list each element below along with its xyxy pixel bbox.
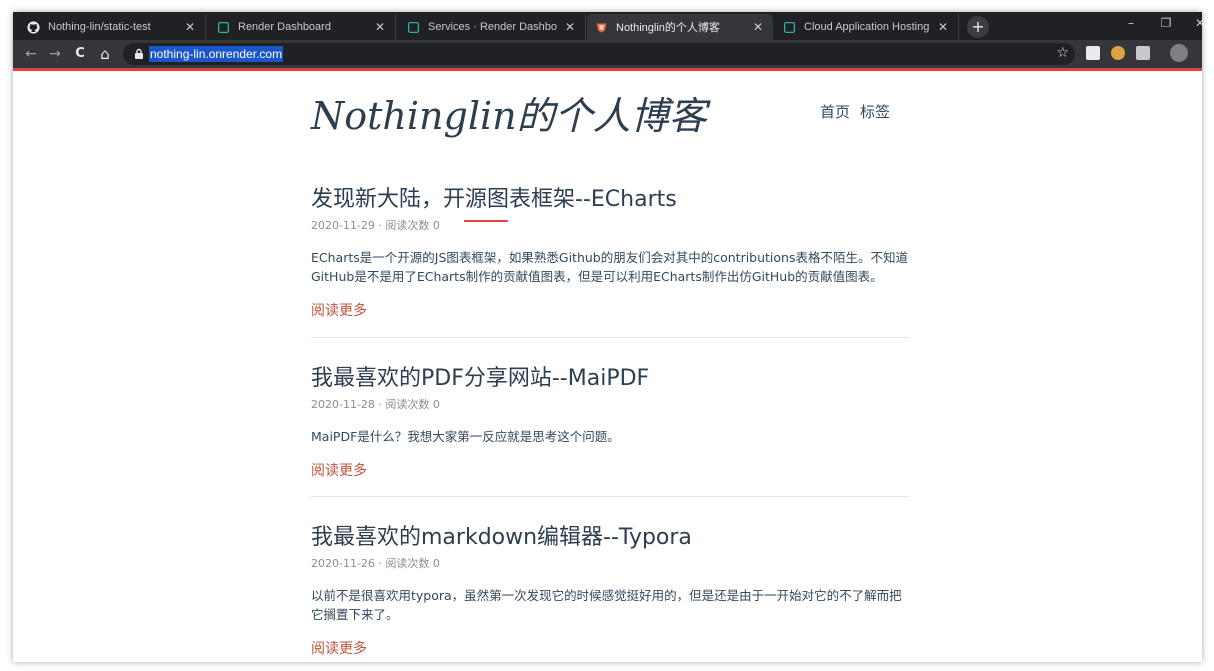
- tab-close-icon[interactable]: ✕: [936, 20, 950, 34]
- post-title[interactable]: 我最喜欢的markdown编辑器--Typora: [311, 519, 909, 551]
- browser-toolbar: ← → C ⌂ nothing-lin.onrender.com ☆: [13, 40, 1202, 68]
- tab-github[interactable]: Nothing-lin/static-test ✕: [19, 14, 206, 40]
- read-more-link[interactable]: 阅读更多: [311, 638, 909, 658]
- post-summary: MaiPDF是什么？我想大家第一反应就是思考这个问题。: [311, 429, 620, 444]
- github-icon: [27, 20, 40, 34]
- post-title[interactable]: 发现新大陆，开源图表框架--ECharts: [311, 181, 909, 213]
- post-summary: ECharts是一个开源的JS图表框架，如果熟悉Github的朋友们会对其中的c…: [311, 250, 908, 284]
- tab-title: Nothing-lin/static-test: [48, 21, 151, 33]
- address-bar[interactable]: nothing-lin.onrender.com ☆: [123, 43, 1075, 65]
- minimize-button[interactable]: –: [1116, 16, 1146, 30]
- blog-favicon-icon: [596, 22, 607, 32]
- tab-strip: Nothing-lin/static-test ✕ Render Dashboa…: [13, 12, 1202, 40]
- browser-window: Nothing-lin/static-test ✕ Render Dashboa…: [13, 12, 1202, 662]
- tab-close-icon[interactable]: ✕: [183, 20, 197, 34]
- post-title[interactable]: 我最喜欢的PDF分享网站--MaiPDF: [311, 360, 909, 392]
- tab-title: Cloud Application Hosting for: [804, 21, 930, 33]
- back-button[interactable]: ←: [21, 44, 41, 64]
- nav-tags-link[interactable]: 标签: [860, 103, 890, 121]
- home-button[interactable]: ⌂: [95, 44, 115, 64]
- nav-home-link[interactable]: 首页: [820, 103, 850, 121]
- url-text[interactable]: nothing-lin.onrender.com: [149, 46, 284, 62]
- new-tab-button[interactable]: +: [967, 16, 989, 38]
- post-summary: 以前不是很喜欢用typora，虽然第一次发现它的时候感觉挺好用的，但是还是由于一…: [311, 588, 902, 622]
- profile-avatar-icon[interactable]: [1170, 44, 1188, 62]
- tab-title: Services · Render Dashboard: [428, 21, 557, 33]
- post-meta: 2020-11-28 · 阅读次数 0: [311, 398, 440, 411]
- reload-button[interactable]: C: [70, 44, 90, 64]
- web-page: Nothinglin的个人博客 首页 标签 发现新大陆，开源图表框架--EChar…: [13, 71, 1202, 662]
- bookmark-star-icon[interactable]: ☆: [1056, 45, 1069, 61]
- extension-icon[interactable]: [1086, 46, 1100, 60]
- tab-blog[interactable]: Nothinglin的个人博客 ✕: [587, 14, 773, 40]
- tab-services[interactable]: Services · Render Dashboard ✕: [399, 14, 586, 40]
- restore-button[interactable]: ❐: [1151, 16, 1181, 30]
- tab-title: Render Dashboard: [238, 21, 331, 33]
- tab-close-icon[interactable]: ✕: [751, 20, 765, 34]
- post-meta: 2020-11-26 · 阅读次数 0: [311, 557, 440, 570]
- render-icon: [217, 21, 230, 33]
- window-close-button[interactable]: ✕: [1185, 16, 1202, 30]
- tab-close-icon[interactable]: ✕: [373, 20, 387, 34]
- lock-icon[interactable]: [133, 48, 145, 60]
- read-more-link[interactable]: 阅读更多: [311, 300, 909, 320]
- extension-icon[interactable]: [1111, 46, 1125, 60]
- post-item: 我最喜欢的PDF分享网站--MaiPDF 2020-11-28 · 阅读次数 0…: [311, 360, 909, 480]
- post-item: 发现新大陆，开源图表框架--ECharts 2020-11-29 · 阅读次数 …: [311, 181, 909, 320]
- post-meta: 2020-11-29 · 阅读次数 0: [311, 219, 440, 232]
- post-divider: [311, 496, 909, 497]
- tab-title: Nothinglin的个人博客: [616, 22, 720, 34]
- post-item: 我最喜欢的markdown编辑器--Typora 2020-11-26 · 阅读…: [311, 519, 909, 658]
- tab-close-icon[interactable]: ✕: [563, 20, 577, 34]
- tab-cloud-hosting[interactable]: Cloud Application Hosting for ✕: [775, 14, 959, 40]
- tab-render-dashboard[interactable]: Render Dashboard ✕: [209, 14, 396, 40]
- forward-button[interactable]: →: [45, 44, 65, 64]
- extension-icon[interactable]: [1136, 46, 1150, 60]
- render-icon: [783, 21, 796, 33]
- spellcheck-underline: [464, 220, 508, 222]
- read-more-link[interactable]: 阅读更多: [311, 460, 909, 480]
- post-divider: [311, 337, 909, 338]
- site-nav: 首页 标签: [820, 101, 900, 122]
- site-logo[interactable]: Nothinglin的个人博客: [311, 85, 707, 140]
- render-icon: [407, 21, 420, 33]
